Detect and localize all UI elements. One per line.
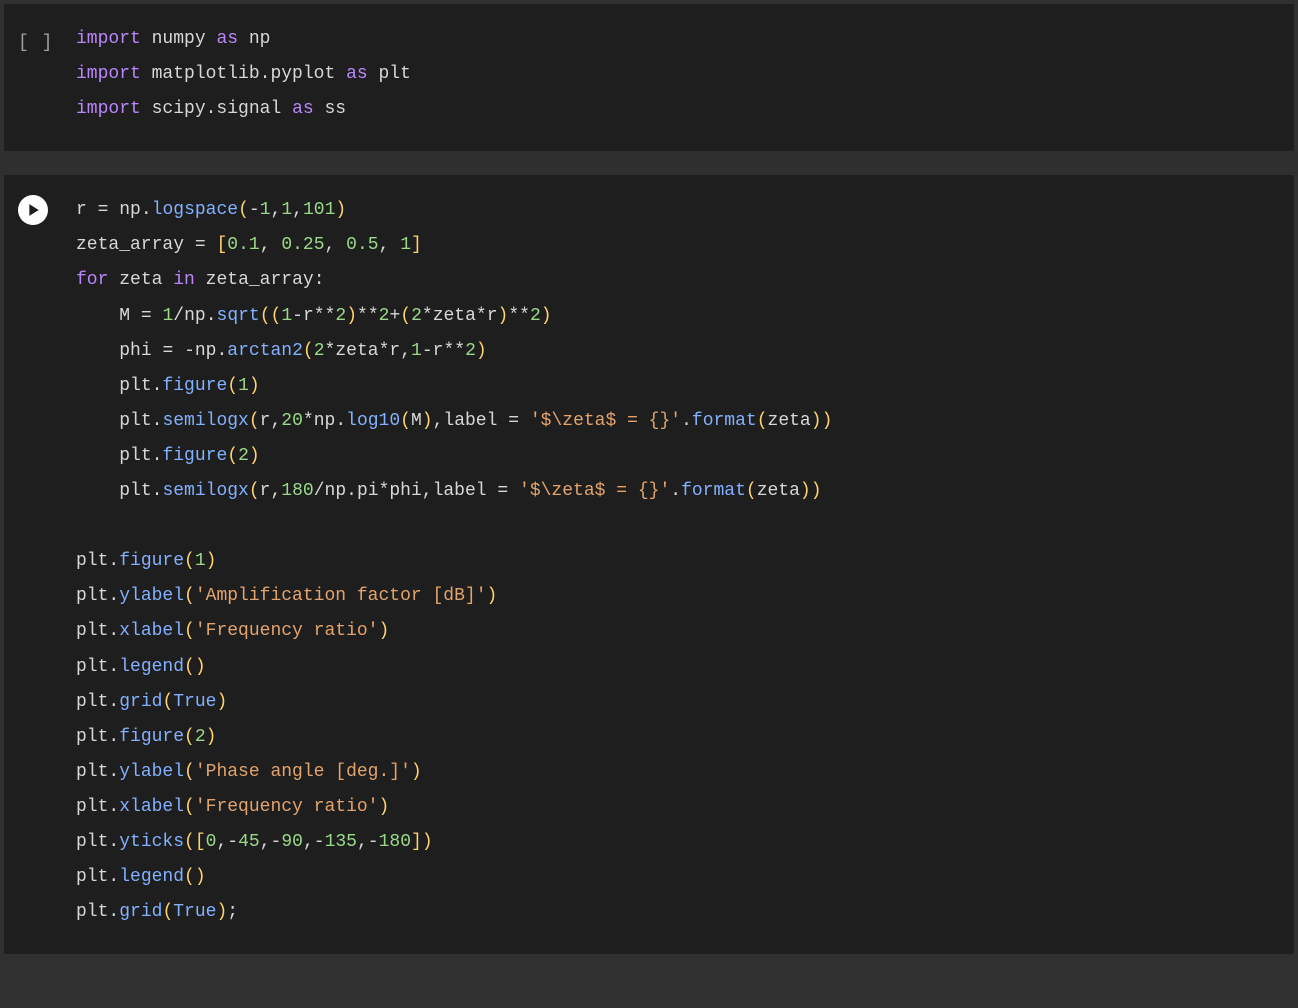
- execution-count-bracket: [ ]: [18, 33, 53, 53]
- code-cell-1[interactable]: [ ] import numpy as np import matplotlib…: [4, 4, 1294, 151]
- cell-gutter[interactable]: [ ]: [18, 22, 76, 61]
- play-icon: [27, 203, 41, 217]
- code-editor[interactable]: r = np.logspace(-1,1,101) zeta_array = […: [76, 193, 1274, 930]
- code-cell-2[interactable]: r = np.logspace(-1,1,101) zeta_array = […: [4, 175, 1294, 954]
- run-button[interactable]: [18, 195, 48, 225]
- cell-separator: [0, 151, 1298, 175]
- code-editor[interactable]: import numpy as np import matplotlib.pyp…: [76, 22, 1274, 127]
- cell-gutter[interactable]: [18, 193, 76, 225]
